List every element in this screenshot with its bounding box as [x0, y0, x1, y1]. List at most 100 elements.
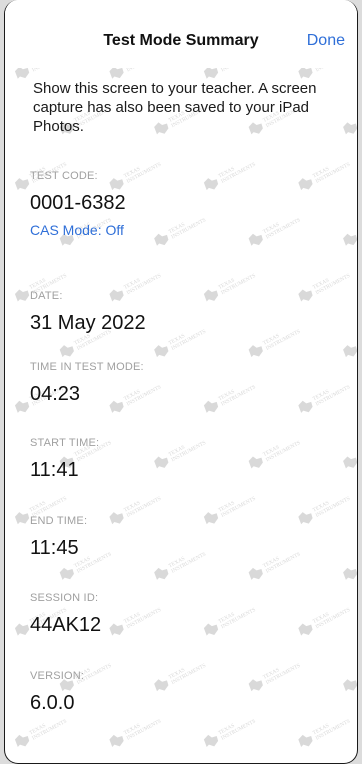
svg-text:TEXAS: TEXAS	[312, 277, 330, 291]
date-value: 31 May 2022	[30, 312, 146, 334]
watermark-logo: TEXASINSTRUMENTS	[14, 718, 68, 747]
svg-text:TEXAS: TEXAS	[217, 277, 235, 291]
watermark-logo: TEXASINSTRUMENTS	[203, 718, 257, 747]
svg-text:INSTRUMENTS: INSTRUMENTS	[315, 162, 352, 185]
watermark-logo: TEXASINSTRUMENTS	[154, 551, 208, 580]
watermark-logo: TEXASINSTRUMENTS	[298, 496, 352, 525]
svg-text:INSTRUMENTS: INSTRUMENTS	[315, 496, 352, 519]
svg-text:TEXAS: TEXAS	[217, 500, 235, 514]
watermark-logo: TEXASINSTRUMENTS	[203, 607, 257, 636]
watermark-logo: TEXASINSTRUMENTS	[343, 444, 357, 469]
svg-text:TEXAS: TEXAS	[29, 277, 47, 291]
svg-text:INSTRUMENTS: INSTRUMENTS	[265, 663, 302, 686]
svg-text:INSTRUMENTS: INSTRUMENTS	[220, 273, 257, 296]
time-in-test-mode-field: TIME IN TEST MODE: 04:23	[30, 361, 144, 406]
watermark-logo: TEXASINSTRUMENTS	[343, 222, 357, 246]
watermark-logo: TEXASINSTRUMENTS	[343, 333, 357, 358]
session-id-field: SESSION ID: 44AK12	[30, 592, 101, 637]
svg-text:TEXAS: TEXAS	[262, 333, 280, 347]
svg-text:TEXAS: TEXAS	[168, 556, 186, 570]
svg-text:INSTRUMENTS: INSTRUMENTS	[315, 384, 352, 407]
svg-text:TEXAS: TEXAS	[123, 723, 141, 737]
watermark-logo: TEXASINSTRUMENTS	[298, 162, 352, 191]
svg-text:INSTRUMENTS: INSTRUMENTS	[220, 496, 257, 519]
date-field: DATE: 31 May 2022	[30, 290, 146, 335]
watermark-logo: TEXASINSTRUMENTS	[248, 663, 302, 692]
svg-text:TEXAS: TEXAS	[262, 556, 280, 570]
svg-text:TEXAS: TEXAS	[262, 222, 280, 236]
watermark-logo: TEXASINSTRUMENTS	[248, 551, 302, 580]
svg-text:INSTRUMENTS: INSTRUMENTS	[220, 384, 257, 407]
svg-text:TEXAS: TEXAS	[73, 333, 91, 347]
test-mode-summary-sheet: TEXAS INSTRUMENTS TEXAS INSTRUMENTS TEXAS INS…	[4, 0, 358, 764]
svg-text:TEXAS: TEXAS	[168, 333, 186, 347]
version-value: 6.0.0	[30, 692, 75, 714]
date-label: DATE:	[30, 290, 63, 302]
session-id-value: 44AK12	[30, 614, 102, 636]
svg-text:TEXAS: TEXAS	[29, 723, 47, 737]
version-field: VERSION: 6.0.0	[30, 670, 84, 715]
svg-text:TEXAS: TEXAS	[123, 166, 141, 180]
cas-mode-status: CAS Mode: Off	[30, 222, 124, 238]
svg-text:TEXAS: TEXAS	[312, 611, 330, 625]
watermark-logo: TEXASINSTRUMENTS	[298, 607, 352, 636]
svg-text:INSTRUMENTS: INSTRUMENTS	[171, 440, 208, 463]
svg-text:TEXAS: TEXAS	[312, 166, 330, 180]
svg-text:TEXAS: TEXAS	[168, 667, 186, 681]
start-time-field: START TIME: 11:41	[30, 437, 99, 482]
svg-text:TEXAS: TEXAS	[123, 611, 141, 625]
time-in-test-mode-value: 04:23	[30, 383, 81, 405]
done-button[interactable]: Done	[307, 32, 345, 50]
svg-text:TEXAS: TEXAS	[217, 166, 235, 180]
end-time-value: 11:45	[30, 537, 79, 559]
svg-text:TEXAS: TEXAS	[123, 500, 141, 514]
svg-text:TEXAS: TEXAS	[312, 500, 330, 514]
svg-text:TEXAS: TEXAS	[262, 667, 280, 681]
instruction-text: Show this screen to your teacher. A scre…	[33, 80, 317, 135]
watermark-logo: TEXASINSTRUMENTS	[154, 440, 208, 469]
navigation-bar: Test Mode Summary Done	[5, 0, 357, 68]
time-in-test-mode-label: TIME IN TEST MODE:	[30, 361, 144, 373]
watermark-logo: TEXASINSTRUMENTS	[154, 217, 207, 246]
svg-text:INSTRUMENTS: INSTRUMENTS	[265, 217, 302, 240]
svg-text:INSTRUMENTS: INSTRUMENTS	[126, 607, 163, 630]
svg-text:TEXAS: TEXAS	[262, 444, 280, 458]
svg-text:INSTRUMENTS: INSTRUMENTS	[171, 329, 208, 352]
start-time-value: 11:41	[30, 459, 79, 481]
svg-text:TEXAS: TEXAS	[168, 222, 186, 236]
svg-text:TEXAS: TEXAS	[312, 723, 330, 737]
svg-text:INSTRUMENTS: INSTRUMENTS	[220, 162, 257, 185]
page-title: Test Mode Summary	[103, 32, 259, 49]
svg-text:INSTRUMENTS: INSTRUMENTS	[265, 440, 302, 463]
svg-text:INSTRUMENTS: INSTRUMENTS	[220, 607, 257, 630]
svg-text:INSTRUMENTS: INSTRUMENTS	[315, 273, 352, 296]
watermark-logo: TEXASINSTRUMENTS	[298, 273, 352, 302]
svg-text:TEXAS: TEXAS	[217, 611, 235, 625]
watermark-logo: TEXASINSTRUMENTS	[109, 718, 163, 747]
svg-text:INSTRUMENTS: INSTRUMENTS	[315, 607, 352, 630]
test-code-label: TEST CODE:	[30, 170, 98, 182]
svg-text:INSTRUMENTS: INSTRUMENTS	[126, 718, 163, 741]
test-code-value: 0001-6382	[30, 192, 126, 214]
svg-text:TEXAS: TEXAS	[312, 389, 330, 403]
watermark-logo: TEXASINSTRUMENTS	[203, 162, 257, 191]
test-code-field: TEST CODE: 0001-6382 CAS Mode: Off	[30, 170, 126, 238]
svg-text:INSTRUMENTS: INSTRUMENTS	[265, 329, 302, 352]
version-label: VERSION:	[30, 670, 85, 682]
svg-text:INSTRUMENTS: INSTRUMENTS	[126, 162, 163, 185]
watermark-logo: TEXASINSTRUMENTS	[248, 440, 302, 469]
svg-text:INSTRUMENTS: INSTRUMENTS	[265, 551, 302, 574]
svg-text:TEXAS: TEXAS	[168, 444, 186, 458]
watermark-logo: TEXASINSTRUMENTS	[343, 110, 357, 135]
svg-text:INSTRUMENTS: INSTRUMENTS	[31, 718, 68, 741]
watermark-logo: TEXASINSTRUMENTS	[203, 273, 257, 302]
watermark-logo: TEXASINSTRUMENTS	[109, 496, 162, 525]
svg-text:TEXAS: TEXAS	[217, 723, 235, 737]
svg-text:INSTRUMENTS: INSTRUMENTS	[171, 551, 208, 574]
watermark-logo: TEXASINSTRUMENTS	[109, 607, 163, 636]
session-id-label: SESSION ID:	[30, 592, 99, 604]
end-time-label: END TIME:	[30, 515, 88, 527]
svg-text:TEXAS: TEXAS	[123, 277, 141, 291]
svg-text:INSTRUMENTS: INSTRUMENTS	[171, 663, 208, 686]
svg-text:INSTRUMENTS: INSTRUMENTS	[220, 718, 257, 741]
